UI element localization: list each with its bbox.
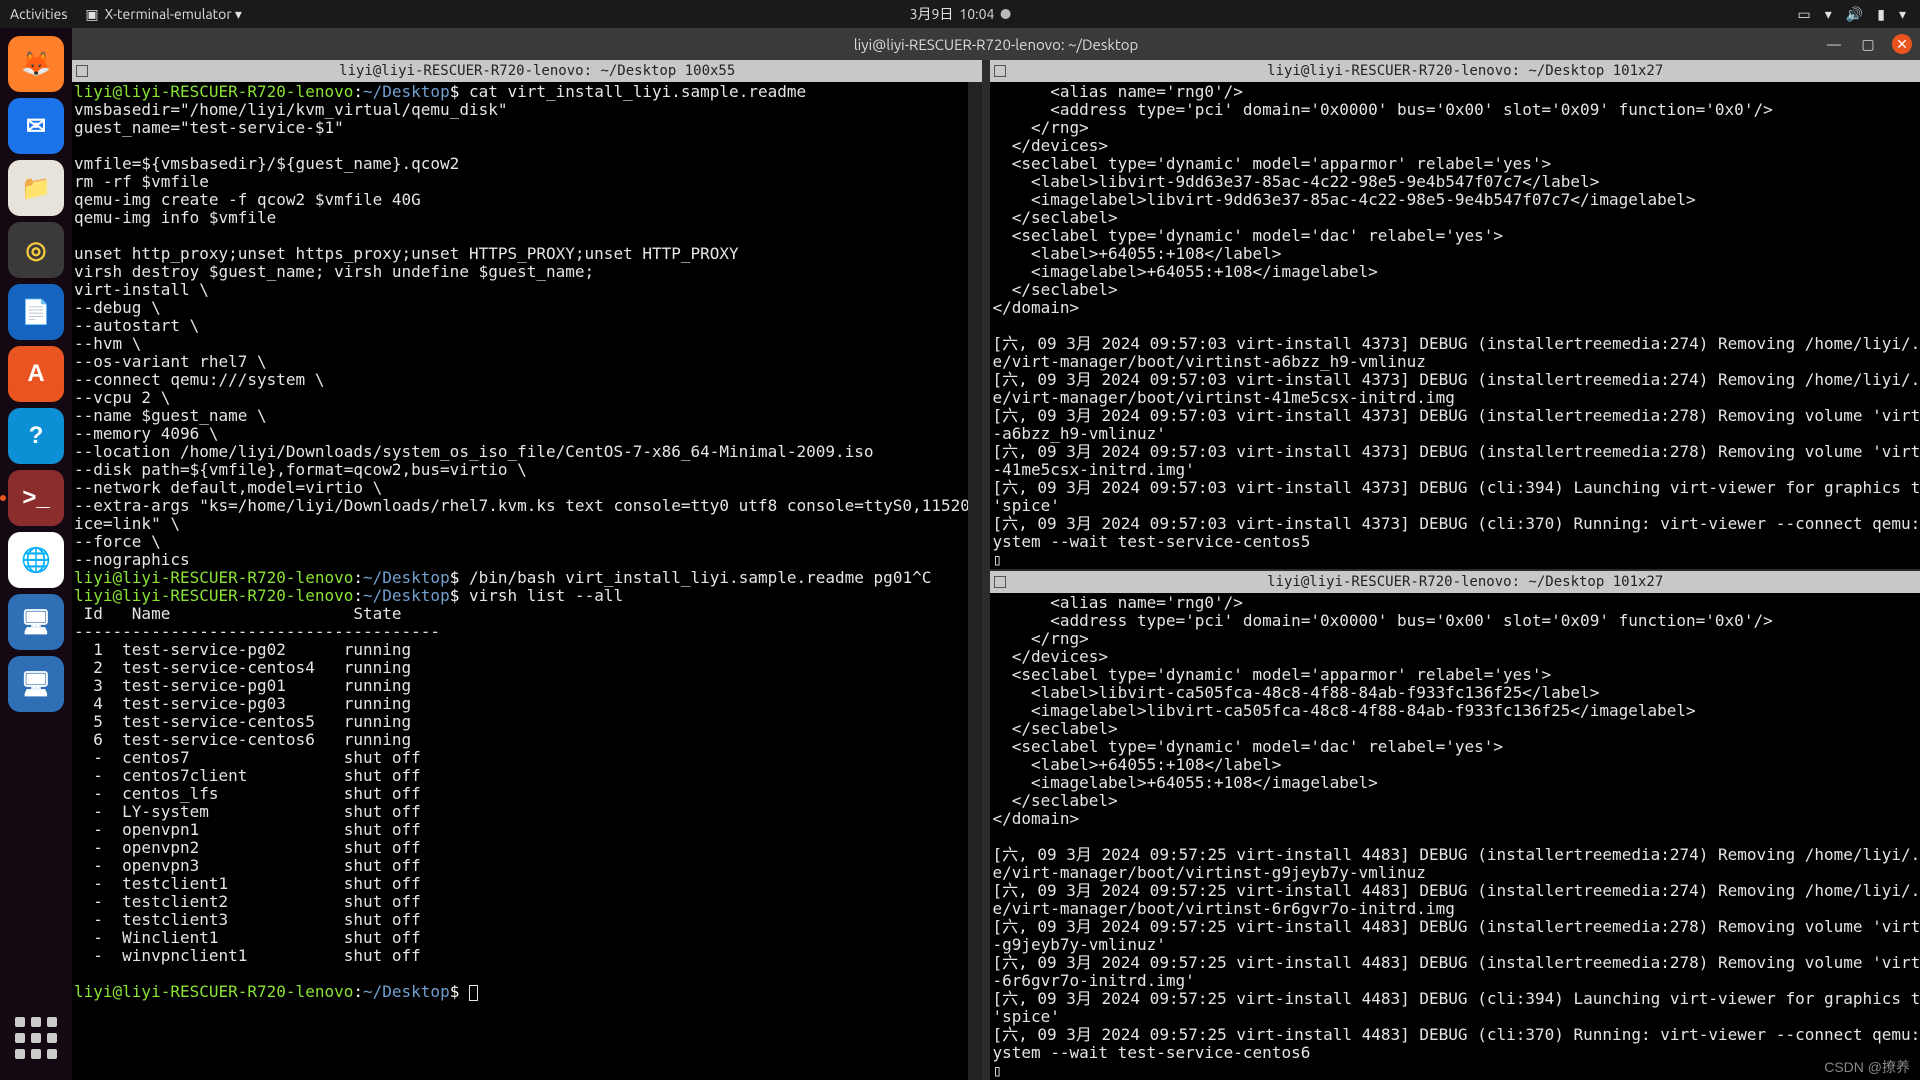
- pane-maximize-icon[interactable]: [994, 576, 1006, 588]
- clock-time: 10:04: [959, 6, 994, 22]
- app-menu-label: X-terminal-emulator ▾: [105, 6, 242, 23]
- dock-help[interactable]: ?: [8, 408, 64, 464]
- dock-remote-desktop-1[interactable]: 🖥: [8, 594, 64, 650]
- dock-terminal[interactable]: >_: [8, 470, 64, 526]
- dock-firefox[interactable]: 🦊: [8, 36, 64, 92]
- dock-chrome[interactable]: 🌐: [8, 532, 64, 588]
- battery-icon: ▮: [1877, 6, 1885, 23]
- dock: 🦊 ✉ 📁 ◎ 📄 A? >_ 🌐 🖥 🖥: [0, 28, 72, 1080]
- pane-maximize-icon[interactable]: [994, 65, 1006, 77]
- chevron-down-icon: ▾: [1899, 6, 1906, 23]
- pane-header-left[interactable]: liyi@liyi-RESCUER-R720-lenovo: ~/Desktop…: [72, 60, 982, 82]
- pane-title: liyi@liyi-RESCUER-R720-lenovo: ~/Desktop…: [1267, 574, 1663, 590]
- system-tray[interactable]: ▭ ▾ 🔊 ▮ ▾: [1798, 6, 1920, 23]
- pane-title: liyi@liyi-RESCUER-R720-lenovo: ~/Desktop…: [339, 63, 735, 79]
- dock-rhythmbox[interactable]: ◎: [8, 222, 64, 278]
- terminal-pane-right-1[interactable]: <alias name='rng0'/> <address type='pci'…: [990, 82, 1920, 569]
- pane-maximize-icon[interactable]: [76, 65, 88, 77]
- app-menu-icon: ▣: [85, 6, 98, 23]
- watermark: CSDN @撩养: [1824, 1058, 1910, 1076]
- indicator-icon: ▭: [1798, 6, 1811, 23]
- dock-libreoffice-writer[interactable]: 📄: [8, 284, 64, 340]
- scrollbar[interactable]: [968, 82, 982, 1080]
- window-minimize-button[interactable]: —: [1824, 34, 1844, 54]
- app-menu[interactable]: ▣ X-terminal-emulator ▾: [85, 6, 241, 23]
- terminal-window: liyi@liyi-RESCUER-R720-lenovo: ~/Desktop…: [72, 28, 1920, 1080]
- show-applications-button[interactable]: [8, 1010, 64, 1066]
- clock-date: 3月9日: [910, 4, 954, 24]
- window-title: liyi@liyi-RESCUER-R720-lenovo: ~/Desktop: [854, 36, 1139, 53]
- dock-thunderbird[interactable]: ✉: [8, 98, 64, 154]
- dock-files[interactable]: 📁: [8, 160, 64, 216]
- dock-software[interactable]: A: [8, 346, 64, 402]
- clock[interactable]: 3月9日 10:04: [910, 4, 1011, 24]
- wifi-icon: ▾: [1825, 6, 1832, 23]
- terminal-pane-right-2[interactable]: <alias name='rng0'/> <address type='pci'…: [990, 593, 1920, 1080]
- pane-title: liyi@liyi-RESCUER-R720-lenovo: ~/Desktop…: [1267, 63, 1663, 79]
- notification-dot-icon: [1000, 9, 1010, 19]
- terminal-pane-left[interactable]: liyi@liyi-RESCUER-R720-lenovo:~/Desktop$…: [72, 82, 982, 1080]
- gnome-topbar: Activities ▣ X-terminal-emulator ▾ 3月9日 …: [0, 0, 1920, 28]
- dock-remote-desktop-2[interactable]: 🖥: [8, 656, 64, 712]
- window-titlebar[interactable]: liyi@liyi-RESCUER-R720-lenovo: ~/Desktop…: [72, 28, 1920, 60]
- volume-icon: 🔊: [1846, 6, 1863, 23]
- window-close-button[interactable]: ✕: [1892, 34, 1912, 54]
- window-maximize-button[interactable]: ▢: [1858, 34, 1878, 54]
- activities-button[interactable]: Activities: [10, 6, 67, 22]
- pane-header-right-1[interactable]: liyi@liyi-RESCUER-R720-lenovo: ~/Desktop…: [990, 60, 1920, 82]
- pane-header-right-2[interactable]: liyi@liyi-RESCUER-R720-lenovo: ~/Desktop…: [990, 571, 1920, 593]
